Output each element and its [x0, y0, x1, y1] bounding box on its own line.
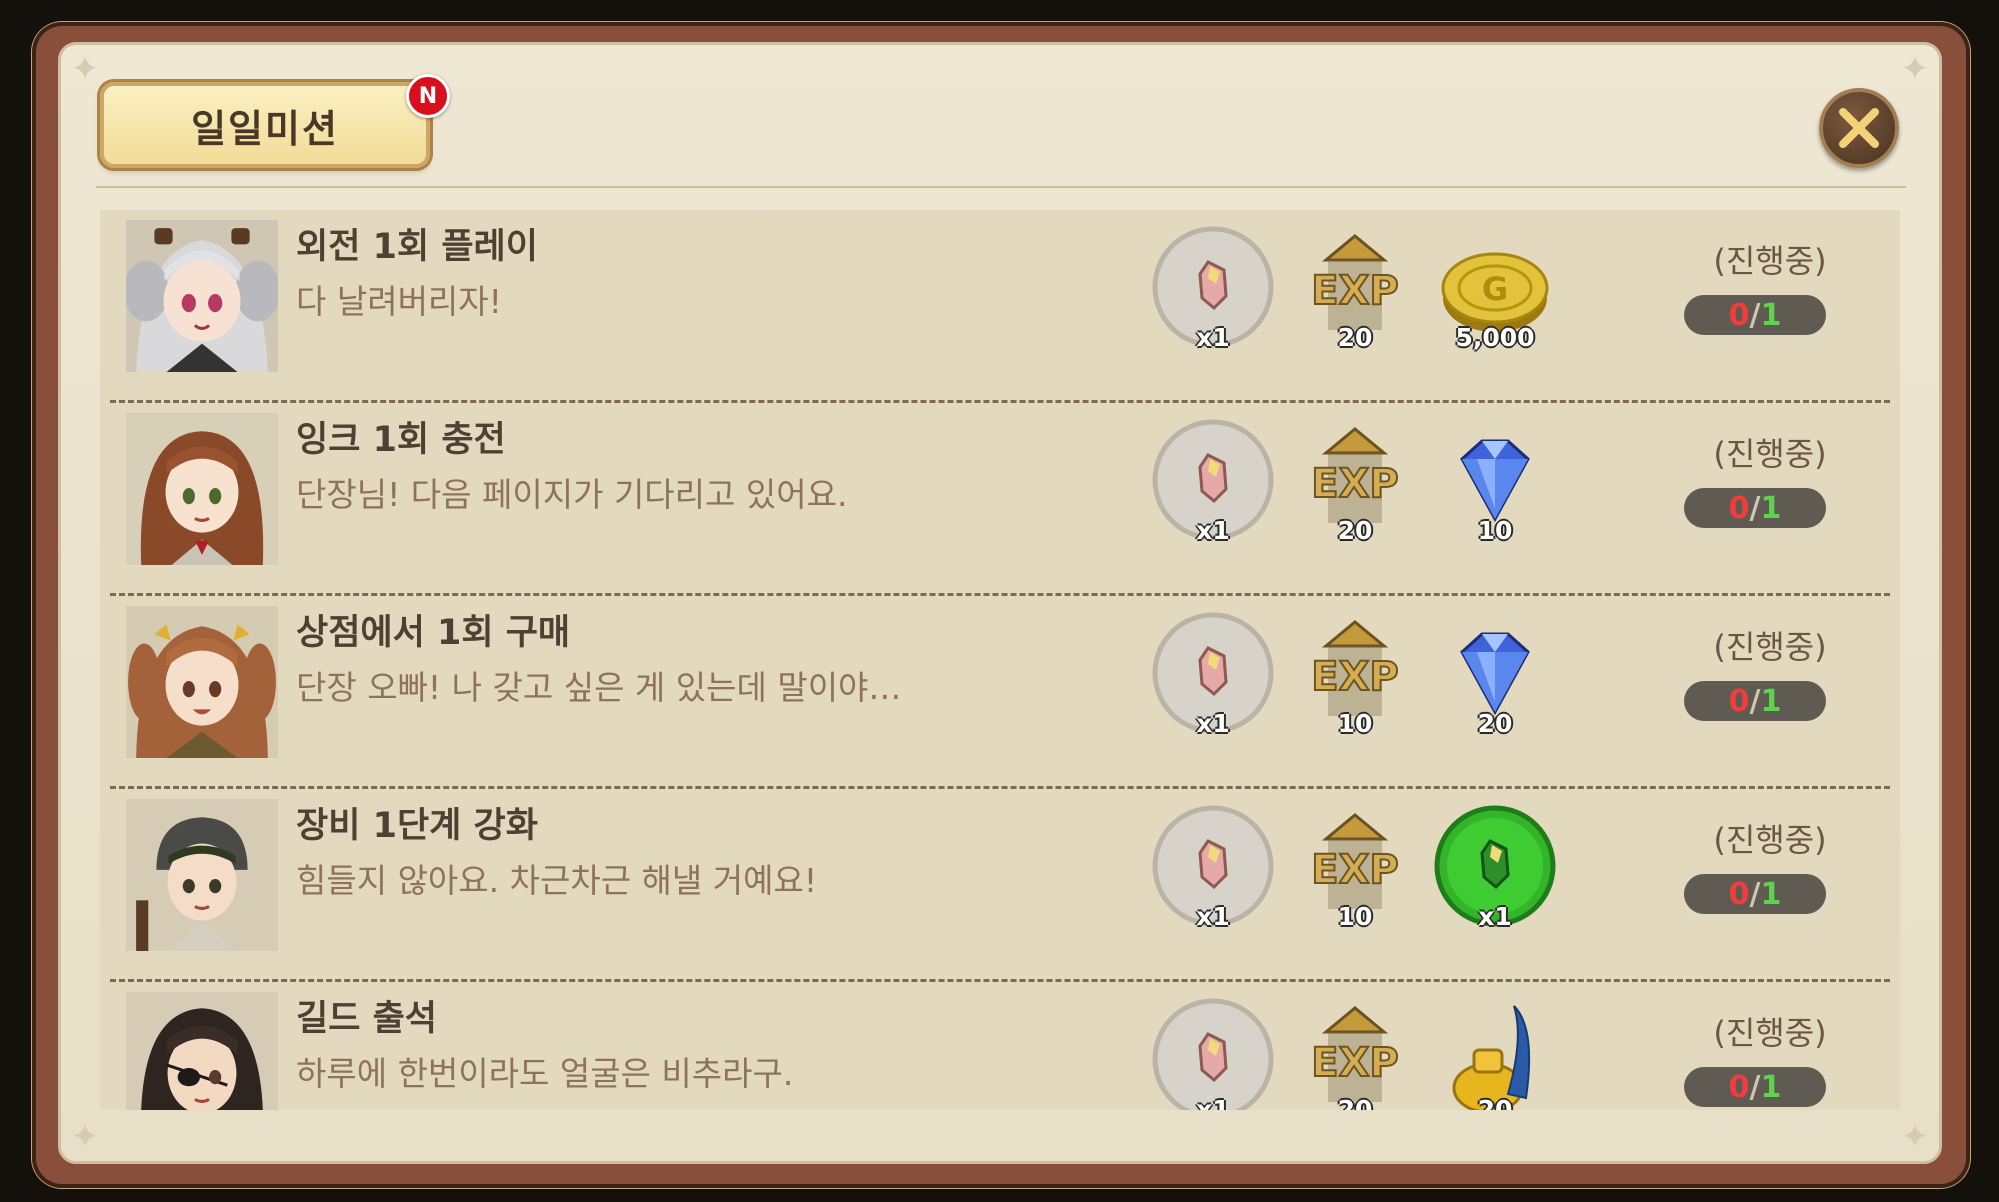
tab-daily-mission[interactable]: 일일미션: [100, 82, 430, 168]
character-portrait: [126, 220, 278, 372]
character-portrait: [126, 992, 278, 1110]
reward-item[interactable]: 20: [1432, 998, 1558, 1110]
progress-separator: /: [1749, 876, 1761, 912]
mission-description: 힘들지 않아요. 차근차근 해낼 거예요!: [296, 861, 818, 900]
progress-max: 1: [1760, 1069, 1782, 1105]
crystal-shard-icon: [1152, 998, 1274, 1110]
new-badge: N: [406, 74, 450, 118]
reward-item[interactable]: 10: [1432, 419, 1558, 545]
exp-icon: EXP: [1310, 1006, 1400, 1102]
reward-label: x1: [1478, 902, 1512, 931]
mission-description: 하루에 한번이라도 얼굴은 비추라구.: [296, 1054, 794, 1093]
progress-max: 1: [1760, 876, 1782, 912]
mission-description: 단장님! 다음 페이지가 기다리고 있어요.: [296, 475, 848, 514]
reward-label: 5,000: [1455, 323, 1535, 352]
progress-current: 0: [1728, 490, 1750, 526]
progress-counter: 0/1: [1684, 874, 1826, 914]
svg-text:EXP: EXP: [1311, 1040, 1398, 1086]
reward-label: 10: [1477, 516, 1513, 545]
progress-counter: 0/1: [1684, 681, 1826, 721]
reward-label: x1: [1196, 516, 1230, 545]
progress-separator: /: [1749, 683, 1761, 719]
progress-counter: 0/1: [1684, 1067, 1826, 1107]
mission-row: 길드 출석 하루에 한번이라도 얼굴은 비추라구. x1 EXP 20 20 (…: [100, 982, 1900, 1110]
reward-label: 20: [1337, 516, 1373, 545]
reward-label: x1: [1196, 1095, 1230, 1110]
progress-separator: /: [1749, 1069, 1761, 1105]
reward-item[interactable]: x1: [1150, 612, 1276, 738]
status-label: (진행중): [1713, 1014, 1827, 1052]
mission-title: 외전 1회 플레이: [296, 227, 538, 267]
mission-description: 다 날려버리자!: [296, 282, 502, 321]
character-portrait: [126, 799, 278, 951]
progress-current: 0: [1728, 683, 1750, 719]
mission-title: 잉크 1회 충전: [296, 420, 506, 460]
reward-item[interactable]: EXP 10: [1292, 805, 1418, 931]
mission-list[interactable]: 외전 1회 플레이 다 날려버리자! x1 EXP 20 G 5,000 (진행…: [100, 210, 1900, 1110]
reward-label: 20: [1337, 1095, 1373, 1110]
svg-text:EXP: EXP: [1311, 847, 1398, 893]
reward-item[interactable]: x1: [1150, 998, 1276, 1110]
progress-current: 0: [1728, 876, 1750, 912]
progress-counter: 0/1: [1684, 295, 1826, 335]
reward-item[interactable]: x1: [1150, 226, 1276, 352]
progress-max: 1: [1760, 490, 1782, 526]
reward-item[interactable]: EXP 20: [1292, 998, 1418, 1110]
corner-ornament-icon: ✦: [1900, 49, 1930, 89]
progress-current: 0: [1728, 297, 1750, 333]
svg-text:EXP: EXP: [1311, 654, 1398, 700]
corner-ornament-icon: ✦: [70, 1117, 100, 1157]
reward-label: 10: [1337, 709, 1373, 738]
character-portrait: [126, 606, 278, 758]
reward-label: 20: [1337, 323, 1373, 352]
reward-item[interactable]: EXP 10: [1292, 612, 1418, 738]
mission-description: 단장 오빠! 나 갖고 싶은 게 있는데 말이야…: [296, 668, 902, 707]
reward-label: 20: [1477, 1095, 1513, 1110]
svg-text:G: G: [1482, 270, 1508, 308]
progress-separator: /: [1749, 297, 1761, 333]
reward-item[interactable]: G 5,000: [1432, 226, 1558, 352]
reward-label: x1: [1196, 323, 1230, 352]
corner-ornament-icon: ✦: [70, 49, 100, 89]
reward-label: 10: [1337, 902, 1373, 931]
status-label: (진행중): [1713, 242, 1827, 280]
mission-row: 장비 1단계 강화 힘들지 않아요. 차근차근 해낼 거예요! x1 EXP 1…: [100, 789, 1900, 982]
status-label: (진행중): [1713, 821, 1827, 859]
reward-item[interactable]: EXP 20: [1292, 226, 1418, 352]
reward-label: x1: [1196, 709, 1230, 738]
mission-title: 길드 출석: [296, 999, 437, 1039]
reward-item[interactable]: x1: [1432, 805, 1558, 931]
progress-counter: 0/1: [1684, 488, 1826, 528]
mission-row: 외전 1회 플레이 다 날려버리자! x1 EXP 20 G 5,000 (진행…: [100, 210, 1900, 403]
reward-item[interactable]: 20: [1432, 612, 1558, 738]
reward-label: x1: [1196, 902, 1230, 931]
corner-ornament-icon: ✦: [1900, 1117, 1930, 1157]
reward-item[interactable]: x1: [1150, 805, 1276, 931]
mission-row: 상점에서 1회 구매 단장 오빠! 나 갖고 싶은 게 있는데 말이야… x1 …: [100, 596, 1900, 789]
character-portrait: [126, 413, 278, 565]
progress-max: 1: [1760, 683, 1782, 719]
mission-title: 장비 1단계 강화: [296, 806, 538, 846]
svg-text:EXP: EXP: [1311, 268, 1398, 314]
tab-label: 일일미션: [191, 106, 339, 151]
progress-separator: /: [1749, 490, 1761, 526]
close-icon: [1839, 108, 1879, 148]
status-label: (진행중): [1713, 435, 1827, 473]
mission-row: 잉크 1회 충전 단장님! 다음 페이지가 기다리고 있어요. x1 EXP 2…: [100, 403, 1900, 596]
close-button[interactable]: [1819, 88, 1899, 168]
ink-bottle-icon: [1452, 1005, 1531, 1110]
progress-max: 1: [1760, 297, 1782, 333]
svg-text:EXP: EXP: [1311, 461, 1398, 507]
mission-title: 상점에서 1회 구매: [296, 613, 571, 653]
status-label: (진행중): [1713, 628, 1827, 666]
progress-current: 0: [1728, 1069, 1750, 1105]
reward-item[interactable]: x1: [1150, 419, 1276, 545]
reward-label: 20: [1477, 709, 1513, 738]
reward-item[interactable]: EXP 20: [1292, 419, 1418, 545]
header-divider: [96, 186, 1906, 188]
